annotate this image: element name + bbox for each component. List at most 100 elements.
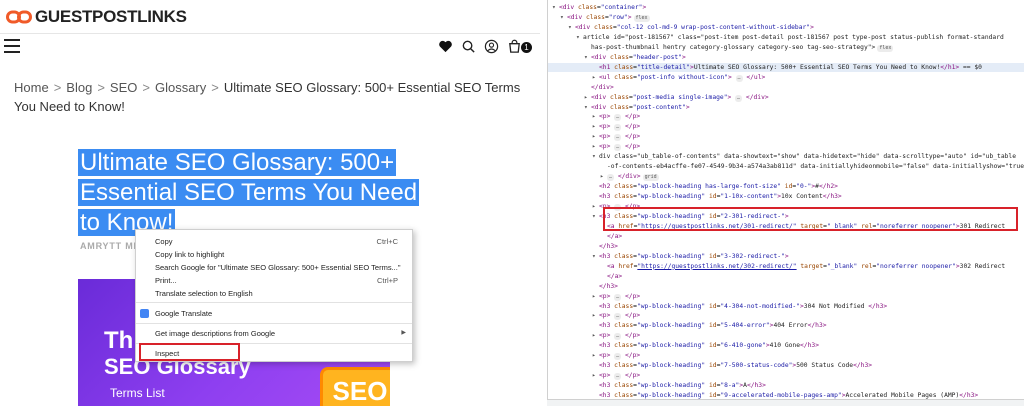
expand-triangle-icon[interactable]: ▸	[592, 122, 599, 131]
dom-node-line[interactable]: </div>	[584, 83, 614, 92]
dom-node-selected[interactable]: <h1 class="title-detail">Ultimate SEO Gl…	[548, 62, 1024, 72]
layout-badge[interactable]: flex	[633, 14, 650, 22]
dom-node-line[interactable]: ▸ <div class="post-media single-image"> ……	[584, 93, 769, 102]
post-title[interactable]: Ultimate SEO Glossary: 500+ Essential SE…	[78, 148, 433, 238]
expand-triangle-icon[interactable]: ▸	[592, 351, 599, 360]
menu-item-search-google[interactable]: Search Google for "Ultimate SEO Glossary…	[136, 261, 412, 274]
menu-separator	[136, 302, 412, 303]
dom-node-line[interactable]: ▸ <p> … </p>	[592, 132, 640, 142]
menu-item-print[interactable]: Print... Ctrl+P	[136, 274, 412, 287]
breadcrumb-seo[interactable]: SEO	[110, 80, 137, 95]
chevron-right-icon: >	[97, 80, 105, 95]
search-icon[interactable]	[460, 38, 476, 54]
dom-node-line[interactable]: ▾ <h3 class="wp-block-heading" id="3-302-…	[592, 252, 789, 261]
dom-node-line[interactable]: ▾ <div class="container">	[552, 3, 646, 12]
expand-triangle-icon[interactable]: ▸	[592, 202, 599, 211]
website-view: GUESTPOSTLINKS 1 Home > Blog > SEO > Glossary >…	[0, 0, 540, 406]
dom-node-line[interactable]: <a href="https://guestpostlinks.net/302-…	[600, 262, 1005, 271]
cart-count-badge: 1	[521, 42, 532, 53]
header-icons	[437, 38, 530, 54]
expand-triangle-icon[interactable]: ▾	[584, 103, 591, 112]
cart-icon[interactable]	[506, 38, 522, 54]
dom-node-line[interactable]: <h3 class="wp-block-heading" id="8-a">A<…	[592, 381, 766, 390]
expand-triangle-icon[interactable]: ▾	[552, 3, 559, 12]
dom-node-line[interactable]: ▸ <p> … </p>	[592, 142, 640, 152]
expand-triangle-icon[interactable]: ▸	[592, 311, 599, 320]
menu-item-copy-link-to-highlight[interactable]: Copy link to highlight	[136, 248, 412, 261]
heart-icon[interactable]	[437, 38, 453, 54]
chevron-right-icon: >	[211, 80, 219, 95]
breadcrumb-glossary[interactable]: Glossary	[155, 80, 206, 95]
hero-text-line3: Terms List	[110, 386, 165, 400]
dom-node-line[interactable]: <h3 class="wp-block-heading" id="6-410-g…	[592, 341, 819, 350]
expand-triangle-icon[interactable]: ▾	[592, 152, 599, 161]
layout-badge[interactable]: grid	[642, 174, 659, 182]
expand-triangle-icon[interactable]: ▾	[592, 212, 599, 221]
layout-badge[interactable]: flex	[877, 44, 894, 52]
expand-triangle-icon[interactable]: ▸	[592, 371, 599, 380]
dom-node-line[interactable]: ▾ <div class="post-content">	[584, 103, 690, 112]
dom-node-line[interactable]: </h3>	[592, 282, 618, 291]
menu-item-image-descriptions[interactable]: Get image descriptions from Google ▶	[136, 327, 412, 340]
hero-seo-badge: SEO	[320, 367, 390, 406]
chevron-right-icon: >	[142, 80, 150, 95]
site-logo[interactable]: GUESTPOSTLINKS	[6, 6, 187, 28]
expand-triangle-icon[interactable]: ▸	[600, 172, 607, 181]
breadcrumb-blog[interactable]: Blog	[66, 80, 92, 95]
menu-item-google-translate[interactable]: Google Translate	[136, 307, 412, 320]
dom-node-line[interactable]: ▸ <p> … </p>	[592, 112, 640, 122]
expand-triangle-icon[interactable]: ▸	[592, 132, 599, 141]
expand-triangle-icon[interactable]: ▸	[592, 73, 599, 82]
dom-node-line[interactable]: <h3 class="wp-block-heading" id="7-500-s…	[592, 361, 872, 370]
expand-triangle-icon[interactable]: ▾	[560, 13, 567, 22]
dom-node-line[interactable]: ▾ <div class="col-12 col-md-9 wrap-post-c…	[568, 23, 814, 32]
dom-node-line[interactable]: ▾ div class="ub_table-of-contents" data-s…	[592, 152, 1016, 161]
expand-triangle-icon[interactable]: ▾	[576, 33, 583, 42]
dom-node-line[interactable]: ▸ <p> … </p>	[592, 351, 640, 361]
breadcrumb: Home > Blog > SEO > Glossary > Ultimate SEO Glos…	[14, 78, 524, 116]
google-translate-icon	[140, 309, 149, 318]
link-chain-icon	[6, 10, 32, 24]
logo-text: GUESTPOSTLINKS	[35, 7, 187, 26]
inspect-highlight-annotation	[139, 343, 240, 361]
dom-node-line[interactable]: <h3 class="wp-block-heading" id="5-404-e…	[592, 321, 827, 330]
header-divider	[0, 33, 540, 34]
dom-node-line[interactable]: </h3>	[592, 242, 618, 251]
dom-node-line[interactable]: ▸… </div> grid	[600, 172, 659, 182]
dom-node-line[interactable]: ▸ <ul class="post-info without-icon"> … <…	[592, 73, 765, 82]
dom-node-line[interactable]: has-post-thumbnail hentry category-gloss…	[584, 43, 894, 52]
dom-node-line[interactable]: ▸ <p> … </p>	[592, 311, 640, 321]
dom-node-line[interactable]: <h3 class="wp-block-heading" id="4-304-n…	[592, 302, 887, 311]
dom-node-line[interactable]: ▸ <p> … </p>	[592, 371, 640, 381]
dom-node-line[interactable]: ▾ <div class="row"> flex	[560, 13, 650, 22]
expand-triangle-icon[interactable]: ▸	[584, 93, 591, 102]
dom-node-line[interactable]: ▾ article id="post-181567" class="post-it…	[576, 33, 1004, 42]
user-account-icon[interactable]	[483, 38, 499, 54]
menu-item-copy[interactable]: Copy Ctrl+C	[136, 235, 412, 248]
chevron-right-icon: >	[53, 80, 62, 95]
post-title-selected-text[interactable]: Ultimate SEO Glossary: 500+ Essential SE…	[78, 149, 420, 236]
expand-triangle-icon[interactable]: ▸	[592, 331, 599, 340]
menu-hamburger-icon[interactable]	[4, 39, 20, 53]
devtools-elements-panel: ▾ <div class="container"> ▾ <div class="row…	[547, 0, 1024, 406]
dom-node-line[interactable]: ▸ <p> … </p>	[592, 122, 640, 132]
redirect-link-highlight-annotation	[603, 207, 1018, 231]
dom-node-line[interactable]: ▾ <div class="header-post">	[584, 53, 686, 62]
dom-node-line[interactable]: -of-contents-eb4acffe-fe07-4549-9b34-a57…	[600, 162, 1024, 171]
expand-triangle-icon[interactable]: ▾	[568, 23, 575, 32]
expand-triangle-icon[interactable]: ▸	[592, 112, 599, 121]
expand-triangle-icon[interactable]: ▸	[592, 142, 599, 151]
expand-triangle-icon[interactable]: ▸	[592, 292, 599, 301]
hero-text-line1: Th	[104, 327, 134, 354]
dom-node-line[interactable]: ▸ <p> … </p>	[592, 292, 640, 301]
dom-node-line[interactable]: ▸ <p> … </p>	[592, 331, 640, 341]
expand-triangle-icon[interactable]: ▾	[592, 252, 599, 261]
dom-node-line[interactable]: </a>	[600, 272, 622, 281]
dom-node-line[interactable]: <h2 class="wp-block-heading has-large-fo…	[592, 182, 838, 191]
breadcrumb-home[interactable]: Home	[14, 80, 49, 95]
devtools-breadcrumb-bar	[547, 399, 1024, 406]
dom-node-line[interactable]: <h3 class="wp-block-heading" id="1-10x-c…	[592, 192, 842, 201]
expand-triangle-icon[interactable]: ▾	[584, 53, 591, 62]
menu-item-translate-selection[interactable]: Translate selection to English	[136, 287, 412, 300]
dom-node-line[interactable]: </a>	[600, 232, 622, 241]
